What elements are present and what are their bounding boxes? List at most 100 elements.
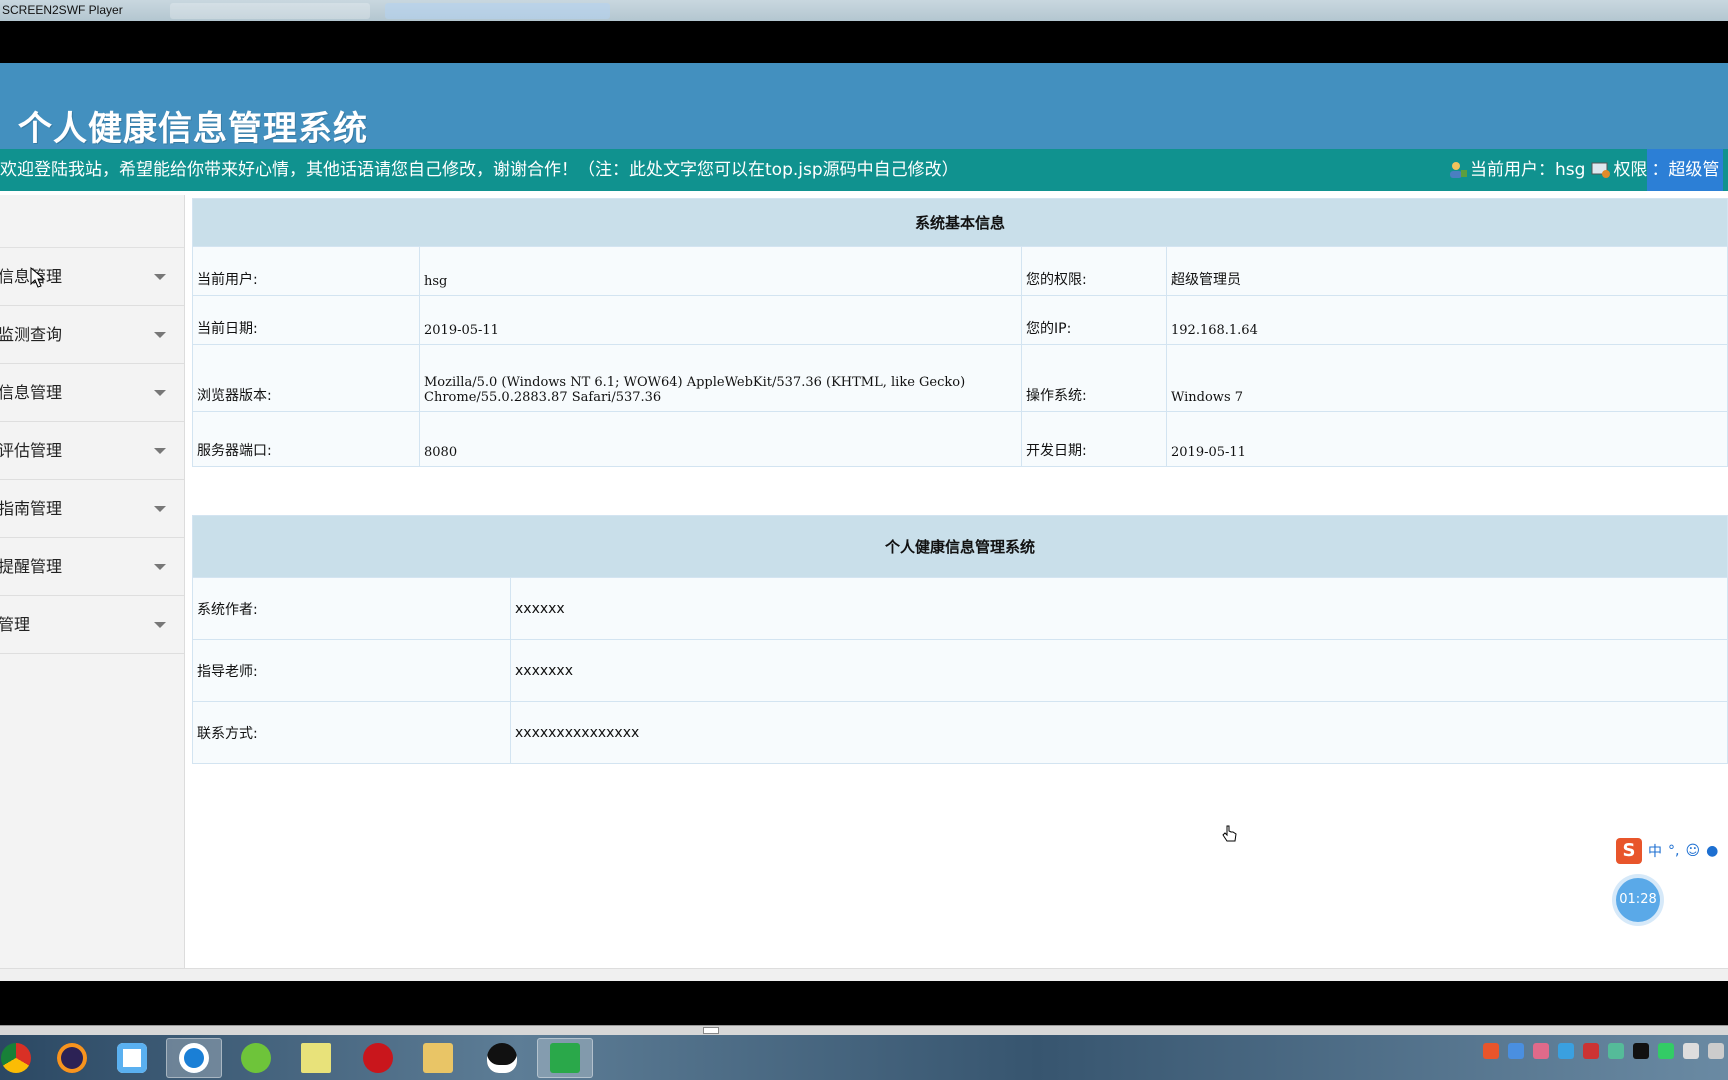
- window-titlebar: SCREEN2SWF Player: [0, 0, 1728, 21]
- role-value: ：超级管: [1647, 149, 1724, 191]
- screen-recorder-icon[interactable]: [537, 1038, 593, 1078]
- seekbar-thumb[interactable]: [703, 1027, 719, 1034]
- chevron-down-icon: [154, 622, 166, 628]
- background-tab: [170, 3, 370, 19]
- header-banner: 个人健康信息管理系统: [0, 63, 1728, 149]
- browser-version-line: Chrome/55.0.2883.87 Safari/537.36: [424, 390, 662, 405]
- microphone-icon[interactable]: ●: [1706, 843, 1718, 859]
- eclipse-icon[interactable]: [44, 1038, 100, 1078]
- field-label: 您的IP:: [1021, 295, 1167, 345]
- chevron-down-icon: [154, 274, 166, 280]
- sidebar-item-label: 指南管理: [0, 499, 63, 518]
- window-title: SCREEN2SWF Player: [2, 3, 123, 17]
- browser-version-line: Mozilla/5.0 (Windows NT 6.1; WOW64) Appl…: [424, 375, 966, 390]
- table-row: 浏览器版本: Mozilla/5.0 (Windows NT 6.1; WOW6…: [192, 344, 1728, 412]
- sidebar-item-info[interactable]: 信息管理: [0, 248, 184, 306]
- field-label: 联系方式:: [192, 701, 511, 764]
- chevron-down-icon: [154, 564, 166, 570]
- field-value: 192.168.1.64: [1166, 295, 1728, 345]
- arrow-cursor-icon: [30, 267, 46, 288]
- security-shield-icon[interactable]: [1558, 1043, 1574, 1059]
- chevron-down-icon: [154, 390, 166, 396]
- notepad-icon[interactable]: [288, 1038, 344, 1078]
- flash-icon[interactable]: [350, 1038, 406, 1078]
- current-user-label: 当前用户：hsg: [1470, 160, 1586, 180]
- about-header: 个人健康信息管理系统: [192, 515, 1728, 578]
- sogou-icon: S: [1616, 838, 1642, 864]
- tray-icon[interactable]: [1533, 1043, 1549, 1059]
- system-info-header: 系统基本信息: [192, 198, 1728, 247]
- punctuation-icon[interactable]: °,: [1668, 843, 1679, 859]
- app-viewport: 个人健康信息管理系统 欢迎登陆我站，希望能给你带来好心情，其他话语请您自己修改，…: [0, 63, 1728, 981]
- table-row: 当前日期: 2019-05-11 您的IP: 192.168.1.64: [192, 295, 1728, 345]
- field-value: 2019-05-11: [419, 295, 1022, 345]
- main-content: 系统基本信息 当前用户: hsg 您的权限: 超级管理员 当前日期: 2019-…: [192, 198, 1728, 764]
- network-icon[interactable]: [1608, 1043, 1624, 1059]
- field-label: 系统作者:: [192, 577, 511, 640]
- chevron-down-icon: [154, 448, 166, 454]
- field-value: xxxxxx: [510, 577, 1728, 640]
- sidebar-item-monitor[interactable]: 监测查询: [0, 306, 184, 364]
- tray-icon[interactable]: [1508, 1043, 1524, 1059]
- notice-bar: 欢迎登陆我站，希望能给你带来好心情，其他话语请您自己修改，谢谢合作！（注：此处文…: [0, 149, 1728, 191]
- field-label: 浏览器版本:: [192, 344, 420, 412]
- recording-timer: 01:28: [1616, 878, 1660, 922]
- field-label: 您的权限:: [1021, 246, 1167, 296]
- field-label: 当前日期:: [192, 295, 420, 345]
- about-table: 个人健康信息管理系统 系统作者: xxxxxx 指导老师: xxxxxxx 联系…: [192, 515, 1728, 764]
- table-row: 当前用户: hsg 您的权限: 超级管理员: [192, 246, 1728, 296]
- sidebar-top: [0, 195, 184, 248]
- table-row: 联系方式: xxxxxxxxxxxxxxx: [192, 701, 1728, 764]
- flag-icon[interactable]: [1583, 1043, 1599, 1059]
- field-value: 超级管理员: [1166, 246, 1728, 296]
- ime-mode[interactable]: 中: [1648, 841, 1662, 861]
- qq-icon[interactable]: [474, 1038, 530, 1078]
- background-tab: [385, 3, 610, 19]
- sidebar-item-label: 信息管理: [0, 383, 63, 402]
- field-label: 当前用户:: [192, 246, 420, 296]
- field-label: 开发日期:: [1021, 411, 1167, 467]
- table-row: 系统作者: xxxxxx: [192, 577, 1728, 640]
- role-label: 权限: [1613, 160, 1648, 180]
- field-value: Windows 7: [1166, 344, 1728, 412]
- letterbox-top: [0, 21, 1728, 63]
- player-seekbar[interactable]: [0, 1025, 1728, 1035]
- qq-tray-icon[interactable]: [1633, 1043, 1649, 1059]
- green-app-icon[interactable]: [228, 1038, 284, 1078]
- browser-icon[interactable]: [166, 1038, 222, 1078]
- sidebar: 信息管理 监测查询 信息管理 评估管理 指南管理 提醒管理 管理: [0, 195, 185, 981]
- sidebar-item-info-2[interactable]: 信息管理: [0, 364, 184, 422]
- permission-icon: [1591, 162, 1611, 178]
- chrome-icon[interactable]: [0, 1038, 44, 1078]
- taskbar: [0, 1035, 1728, 1080]
- about-section: 个人健康信息管理系统 系统作者: xxxxxx 指导老师: xxxxxxx 联系…: [192, 515, 1728, 764]
- sidebar-item-guide[interactable]: 指南管理: [0, 480, 184, 538]
- sidebar-item-label: 评估管理: [0, 441, 63, 460]
- sidebar-item-label: 监测查询: [0, 325, 63, 344]
- volume-icon[interactable]: [1683, 1043, 1699, 1059]
- system-info-table: 系统基本信息 当前用户: hsg 您的权限: 超级管理员 当前日期: 2019-…: [192, 198, 1728, 467]
- user-icon: [1450, 162, 1467, 178]
- action-center-icon[interactable]: [1708, 1043, 1724, 1059]
- table-row: 指导老师: xxxxxxx: [192, 639, 1728, 702]
- sidebar-item-assessment[interactable]: 评估管理: [0, 422, 184, 480]
- baidu-netdisk-icon[interactable]: [104, 1038, 160, 1078]
- sidebar-item-manage[interactable]: 管理: [0, 596, 184, 654]
- emoji-icon[interactable]: ☺: [1685, 843, 1700, 859]
- nvidia-icon[interactable]: [1658, 1043, 1674, 1059]
- hand-cursor-icon: [1222, 825, 1237, 842]
- field-label: 指导老师:: [192, 639, 511, 702]
- field-label: 服务器端口:: [192, 411, 420, 467]
- sidebar-item-label: 提醒管理: [0, 557, 63, 576]
- notice-marquee: 欢迎登陆我站，希望能给你带来好心情，其他话语请您自己修改，谢谢合作！（注：此处文…: [0, 160, 959, 180]
- file-explorer-icon[interactable]: [410, 1038, 466, 1078]
- field-value: xxxxxxxxxxxxxxx: [510, 701, 1728, 764]
- user-info: 当前用户：hsg 权限 ：超级管: [1448, 149, 1724, 191]
- app-title: 个人健康信息管理系统: [18, 109, 368, 149]
- sogou-tray-icon[interactable]: [1483, 1043, 1499, 1059]
- system-tray: [1483, 1043, 1724, 1059]
- sidebar-item-reminder[interactable]: 提醒管理: [0, 538, 184, 596]
- field-value: 2019-05-11: [1166, 411, 1728, 467]
- ime-toolbar[interactable]: S 中 °, ☺ ●: [1616, 838, 1718, 864]
- browser-status-bar: [0, 968, 1728, 981]
